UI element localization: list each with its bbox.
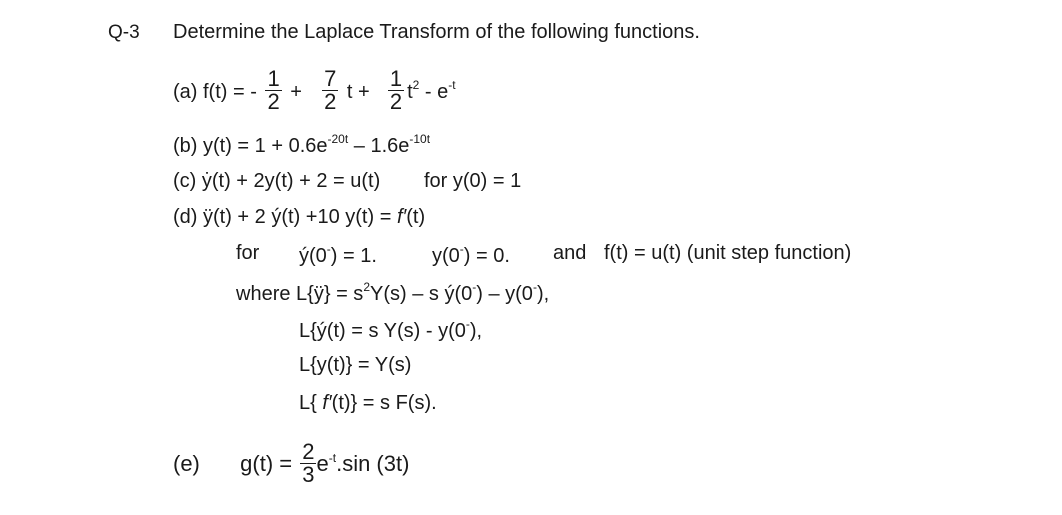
part-d-equation: (d) ÿ(t) + 2 ý(t) +10 y(t) = f′(t) <box>173 207 425 227</box>
fraction-numerator: 1 <box>387 66 405 92</box>
laplace-first-derivative: L{ý(t) = s Y(s) - y(0-), <box>299 318 482 341</box>
exponent: -10t <box>409 132 431 146</box>
part-e: (e) g(t) = 2 3 e-t.sin (3t) <box>173 433 410 487</box>
exponent: -t <box>328 451 337 465</box>
part-d-suffix: (t) <box>406 206 426 228</box>
laplace-text: ), <box>469 320 483 342</box>
exponent: -20t <box>327 132 349 146</box>
part-b-prefix: (b) y(t) = 1 + 0.6e <box>173 135 328 157</box>
part-a: (a) f(t) = - 1 2 + 7 2 t + 1 2 t2 - e-t <box>173 60 456 115</box>
and-label: and <box>553 242 587 264</box>
ic-text: ) = 1. <box>330 245 377 267</box>
fraction-denominator: 3 <box>302 461 315 487</box>
where-text: ) – y(0 <box>476 283 533 305</box>
forcing-function: f(t) = u(t) (unit step function) <box>604 242 852 264</box>
term-t: t + <box>346 81 370 103</box>
initial-condition-value: y(0-) = 0. <box>432 243 510 266</box>
for-label: for <box>236 242 260 264</box>
initial-condition-derivative: ý(0-) = 1. <box>299 243 377 266</box>
fraction-2-3: 2 3 <box>300 438 317 487</box>
fraction-numerator: 2 <box>300 438 317 464</box>
fraction-1-2-b: 1 2 <box>387 66 405 115</box>
exponent: 2 <box>363 280 370 294</box>
term-exp: - e <box>424 81 449 103</box>
part-e-label: (e) <box>173 451 200 476</box>
part-c-condition: for y(0) = 1 <box>424 170 522 192</box>
laplace-text: (t)} = s F(s). <box>331 392 437 414</box>
fraction-denominator: 2 <box>324 89 337 115</box>
laplace-forcing: L{ f′(t)} = s F(s). <box>299 393 437 413</box>
laplace-text: L{ <box>299 392 323 414</box>
ic-text: y(0 <box>432 245 460 267</box>
fraction-1-2: 1 2 <box>265 66 282 115</box>
fraction-7-2: 7 2 <box>322 66 339 115</box>
part-d-prefix: (d) ÿ(t) + 2 ý(t) +10 y(t) = <box>173 206 397 228</box>
part-c-equation: (c) ẏ(t) + 2y(t) + 2 = u(t) <box>173 170 381 192</box>
part-e-lhs: g(t) = <box>240 451 293 476</box>
where-clause: where L{ÿ} = s2Y(s) – s ý(0-) – y(0-), <box>236 281 549 304</box>
ic-text: ý(0 <box>299 245 327 267</box>
f-prime: f′ <box>322 392 332 414</box>
question-number: Q-3 <box>108 22 140 43</box>
laplace-function: L{y(t)} = Y(s) <box>299 354 412 376</box>
part-b-mid: – 1.6e <box>348 135 410 157</box>
exponent: 2 <box>412 78 420 92</box>
plus-operator: + <box>290 81 302 103</box>
ic-text: ) = 0. <box>463 245 510 267</box>
part-b: (b) y(t) = 1 + 0.6e-20t – 1.6e-10t <box>173 133 430 156</box>
part-e-sin: .sin (3t) <box>336 451 410 476</box>
question-prompt: Determine the Laplace Transform of the f… <box>173 21 700 43</box>
fraction-numerator: 1 <box>265 66 282 92</box>
part-a-label: (a) f(t) = - <box>173 81 257 103</box>
fraction-denominator: 2 <box>389 89 403 115</box>
where-text: Y(s) – s ý(0 <box>370 283 473 305</box>
f-prime: f′ <box>396 206 407 228</box>
fraction-numerator: 7 <box>322 66 339 92</box>
exponent: -t <box>448 78 456 92</box>
fraction-denominator: 2 <box>267 89 280 115</box>
part-e-exp: e <box>316 451 329 476</box>
laplace-text: L{ý(t) = s Y(s) - y(0 <box>299 320 466 342</box>
where-text: ), <box>536 283 550 305</box>
where-text: where L{ÿ} = s <box>236 283 364 305</box>
